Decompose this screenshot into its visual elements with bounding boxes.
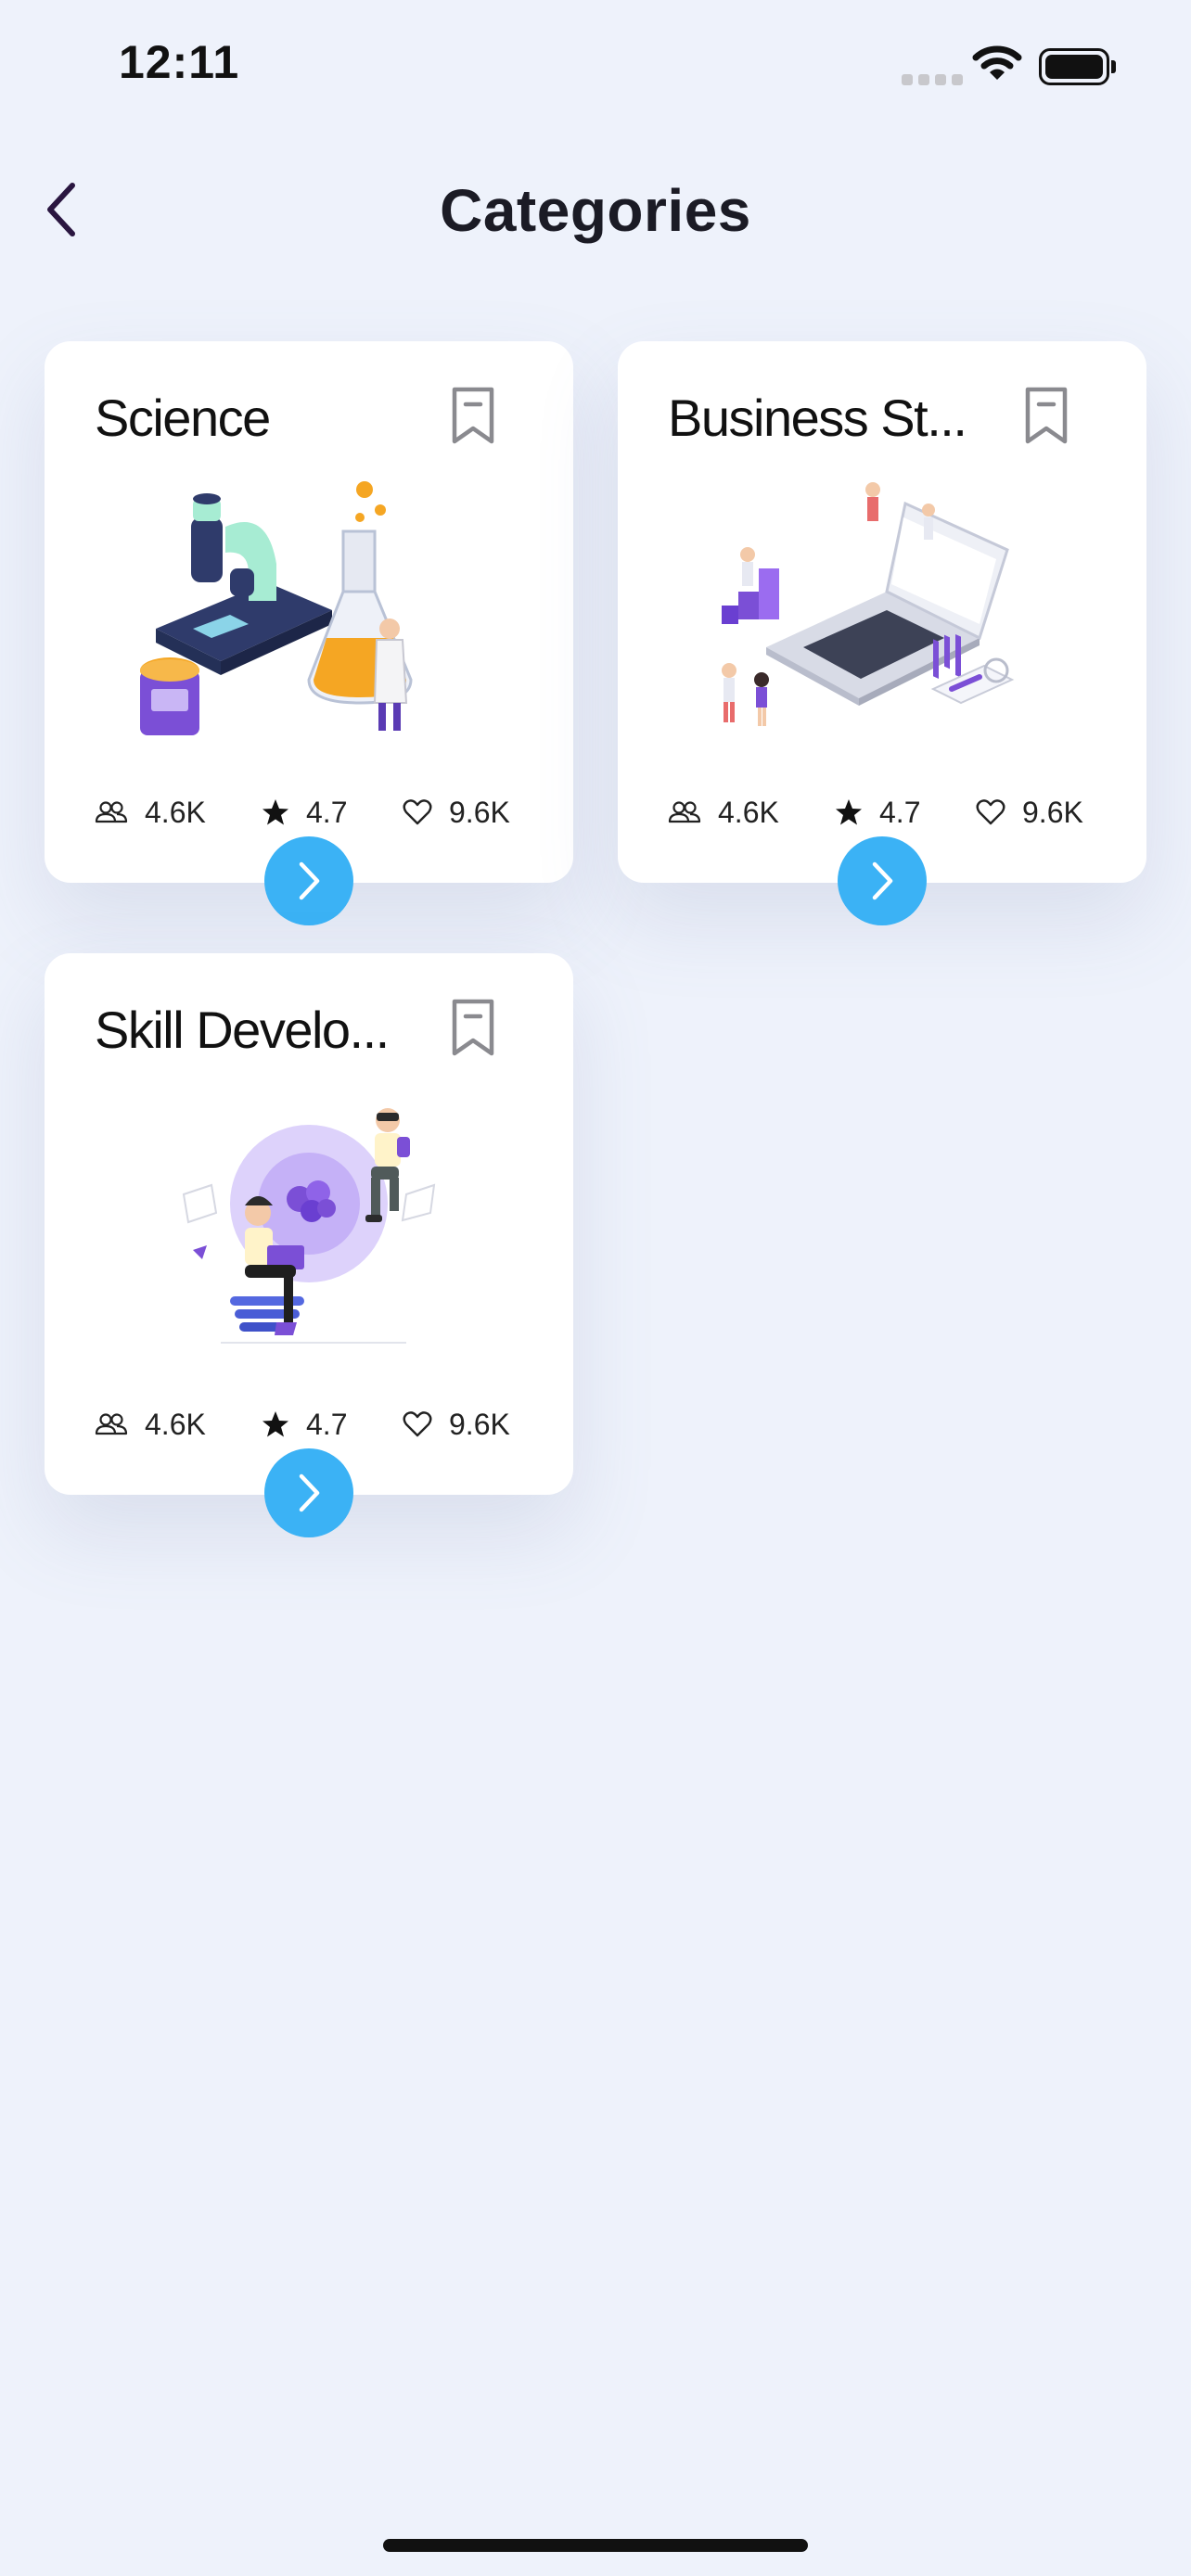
members-stat: 4.6K — [95, 792, 206, 833]
likes-count: 9.6K — [1022, 795, 1083, 829]
bookmark-icon[interactable] — [1018, 384, 1074, 449]
rating-stat: 4.7 — [262, 792, 347, 833]
heart-icon — [403, 1411, 432, 1437]
chevron-right-icon — [872, 861, 893, 900]
likes-count: 9.6K — [449, 795, 510, 829]
cellular-signal-icon — [902, 74, 963, 85]
wifi-icon — [972, 45, 1022, 80]
members-count: 4.6K — [718, 795, 779, 829]
skill-development-illustration — [182, 1108, 436, 1344]
category-title: Science — [95, 389, 271, 447]
star-icon — [263, 799, 288, 825]
rating-stat: 4.7 — [835, 792, 920, 833]
category-title: Business St... — [668, 389, 967, 447]
category-card-science[interactable]: Science 4.6K 4.7 9.6K — [45, 341, 573, 925]
rating-value: 4.7 — [306, 795, 348, 829]
likes-stat: 9.6K — [976, 792, 1083, 833]
likes-stat: 9.6K — [403, 1404, 510, 1445]
heart-icon — [403, 799, 432, 825]
business-illustration — [722, 482, 1015, 726]
category-card-business[interactable]: Business St... 4.6K 4.7 9.6K — [618, 341, 1146, 925]
home-indicator[interactable] — [383, 2539, 808, 2552]
category-card-skill-development[interactable]: Skill Develo... 4.6K 4.7 9.6K — [45, 953, 573, 1537]
chevron-right-icon — [299, 1473, 320, 1512]
rating-value: 4.7 — [879, 795, 921, 829]
members-count: 4.6K — [145, 795, 206, 829]
rating-stat: 4.7 — [262, 1404, 347, 1445]
likes-count: 9.6K — [449, 1407, 510, 1441]
members-stat: 4.6K — [668, 792, 779, 833]
members-stat: 4.6K — [95, 1404, 206, 1445]
chevron-right-icon — [299, 861, 320, 900]
science-illustration — [140, 481, 413, 735]
page-title: Categories — [440, 177, 751, 244]
stats-row: 4.6K 4.7 9.6K — [668, 792, 1104, 833]
star-icon — [263, 1411, 288, 1437]
stats-row: 4.6K 4.7 9.6K — [95, 1404, 531, 1445]
bookmark-icon[interactable] — [445, 996, 501, 1061]
rating-value: 4.7 — [306, 1407, 348, 1441]
bookmark-icon[interactable] — [445, 384, 501, 449]
users-icon — [95, 801, 128, 823]
status-time: 12:11 — [119, 36, 240, 88]
categories-screen: 12:11 Categories Science 4.6K 4.7 9.6K B… — [0, 0, 1191, 2576]
open-category-button[interactable] — [838, 836, 927, 925]
heart-icon — [976, 799, 1005, 825]
status-bar: 12:11 — [0, 0, 1191, 139]
stats-row: 4.6K 4.7 9.6K — [95, 792, 531, 833]
star-icon — [836, 799, 862, 825]
battery-icon — [1039, 48, 1116, 85]
open-category-button[interactable] — [264, 1448, 353, 1537]
category-title: Skill Develo... — [95, 1001, 390, 1059]
likes-stat: 9.6K — [403, 792, 510, 833]
users-icon — [95, 1413, 128, 1435]
users-icon — [668, 801, 701, 823]
open-category-button[interactable] — [264, 836, 353, 925]
members-count: 4.6K — [145, 1407, 206, 1441]
